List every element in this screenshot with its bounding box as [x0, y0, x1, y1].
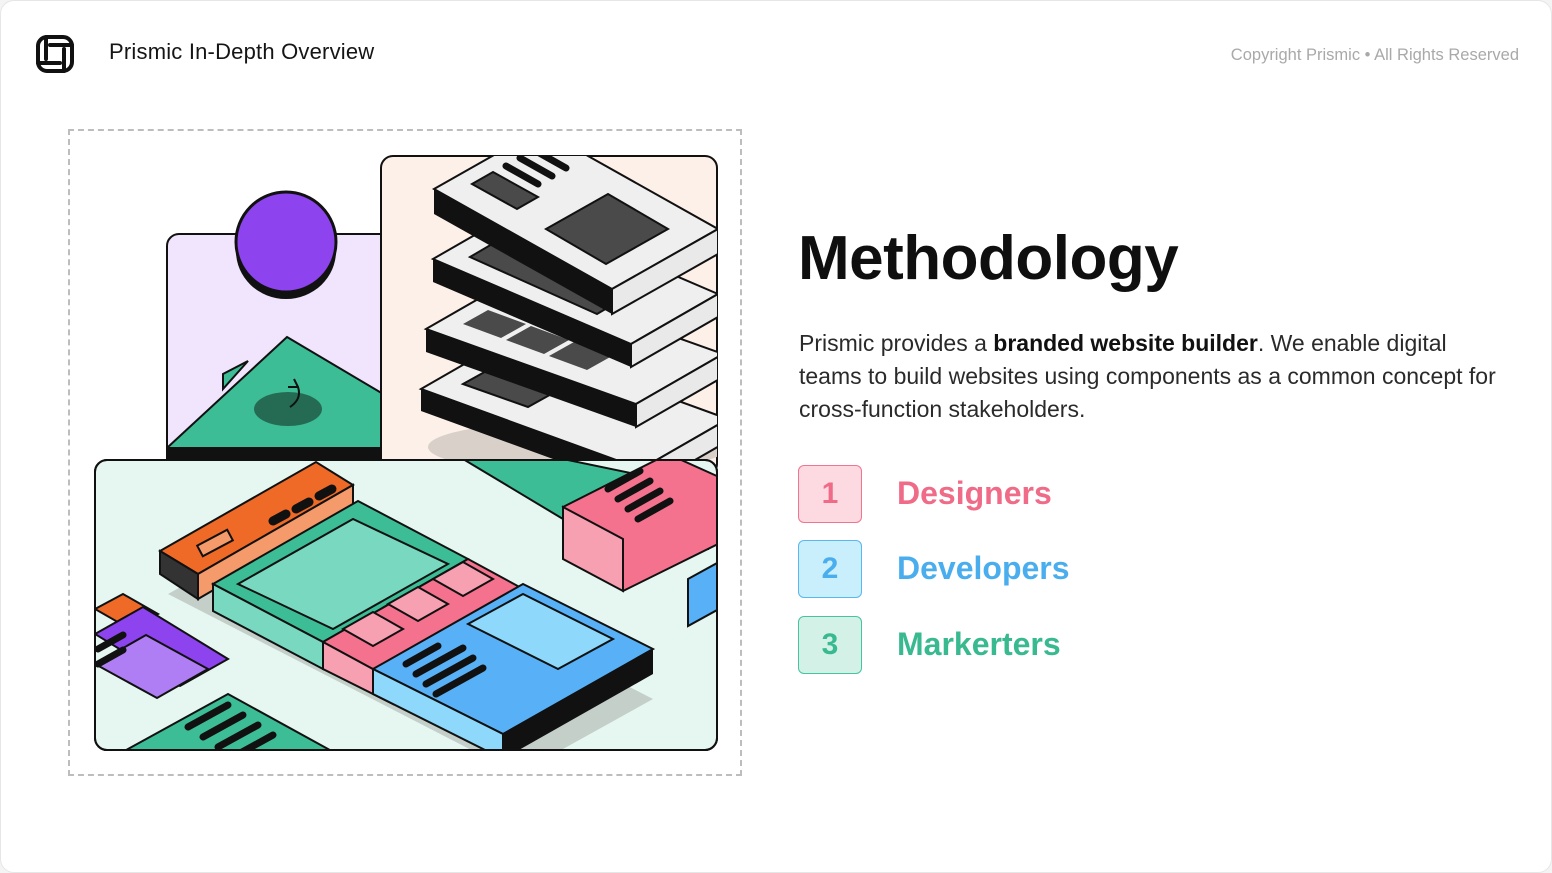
description-start: Prismic provides a [799, 330, 994, 356]
role-label: Developers [897, 550, 1070, 586]
role-label: Designers [897, 475, 1052, 511]
peach-card [380, 155, 718, 477]
prismic-logo-icon [36, 35, 74, 73]
slide: Prismic In-Depth Overview Copyright Pris… [0, 0, 1552, 873]
description: Prismic provides a branded website build… [799, 327, 1499, 426]
deck-title: Prismic In-Depth Overview [109, 39, 375, 64]
role-number-badge: 1 [798, 465, 862, 523]
description-emphasis: branded website builder [993, 330, 1258, 356]
purple-sphere [234, 190, 338, 299]
role-number-badge: 2 [798, 540, 862, 598]
copyright-notice: Copyright Prismic • All Rights Reserved [1230, 46, 1519, 64]
mint-card [94, 459, 718, 751]
role-item-marketers: 3 Markerters [798, 616, 1198, 674]
role-item-developers: 2 Developers [798, 540, 1198, 598]
isometric-website-components-illustration [94, 155, 718, 751]
role-label: Markerters [897, 626, 1061, 662]
role-number-badge: 3 [798, 616, 862, 674]
role-item-designers: 1 Designers [798, 465, 1198, 523]
headline: Methodology [798, 224, 1179, 293]
